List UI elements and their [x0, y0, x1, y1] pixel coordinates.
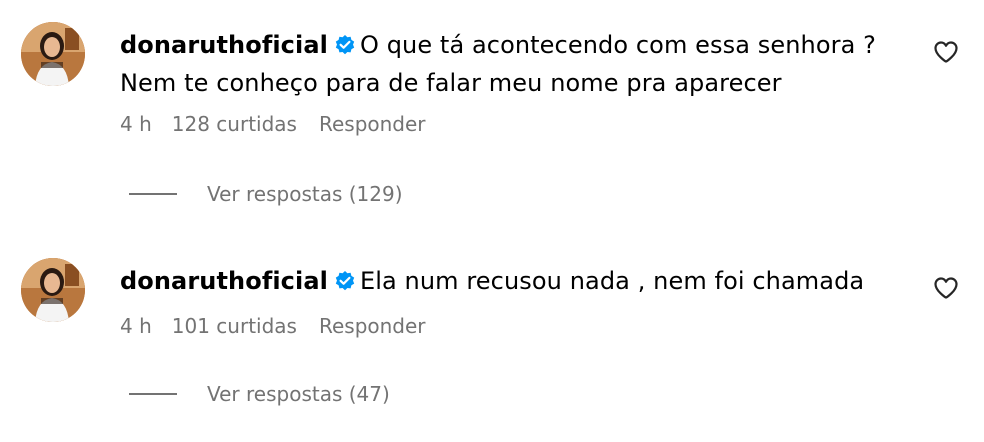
- heart-outline-icon[interactable]: [933, 40, 959, 64]
- comment-meta: 4 h 101 curtidas Responder: [120, 314, 426, 338]
- comment-username[interactable]: donaruthoficial: [120, 31, 328, 59]
- avatar[interactable]: [21, 22, 85, 86]
- replies-divider-line: [129, 193, 177, 195]
- reply-button[interactable]: Responder: [319, 112, 426, 136]
- view-replies-button[interactable]: Ver respostas (47): [129, 382, 390, 406]
- view-replies-label: Ver respostas (129): [207, 182, 403, 206]
- reply-button[interactable]: Responder: [319, 314, 426, 338]
- avatar-photo: [21, 22, 85, 86]
- view-replies-button[interactable]: Ver respostas (129): [129, 182, 403, 206]
- replies-divider-line: [129, 393, 177, 395]
- verified-badge-icon: [334, 34, 356, 56]
- avatar[interactable]: [21, 258, 85, 322]
- comment-text: Ela num recusou nada , nem foi chamada: [359, 267, 865, 295]
- avatar-photo: [21, 258, 85, 322]
- comment-time[interactable]: 4 h: [120, 314, 152, 338]
- comment-username[interactable]: donaruthoficial: [120, 267, 328, 295]
- view-replies-label: Ver respostas (47): [207, 382, 390, 406]
- comment-body: donaruthoficial O que tá acontecendo com …: [120, 26, 900, 102]
- comment-body: donaruthoficial Ela num recusou nada , ne…: [120, 262, 900, 300]
- comment-likes-count[interactable]: 101 curtidas: [172, 314, 297, 338]
- verified-badge-icon: [334, 270, 356, 292]
- comment-meta: 4 h 128 curtidas Responder: [120, 112, 426, 136]
- heart-outline-icon[interactable]: [933, 276, 959, 300]
- comment-time[interactable]: 4 h: [120, 112, 152, 136]
- comment-likes-count[interactable]: 128 curtidas: [172, 112, 297, 136]
